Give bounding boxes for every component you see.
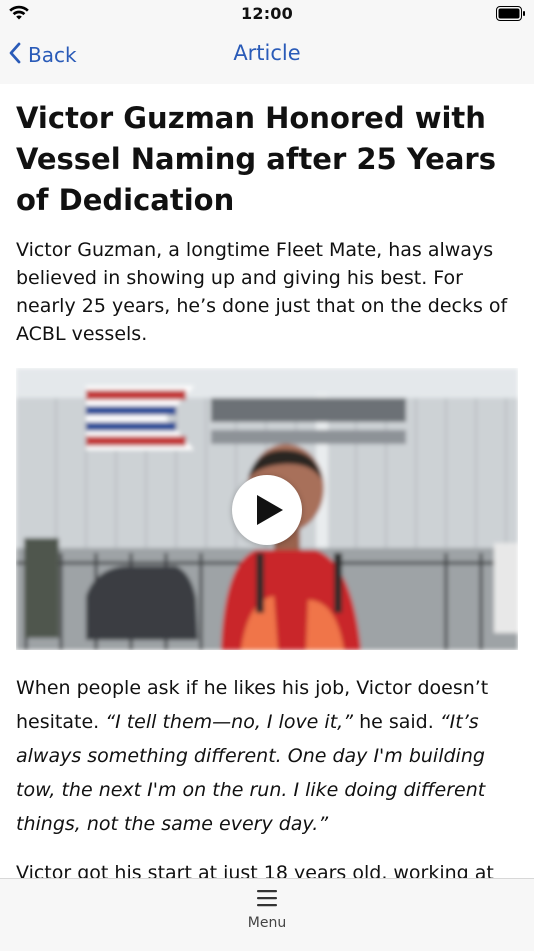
status-bar: 12:00 bbox=[0, 0, 534, 28]
menu-label: Menu bbox=[247, 915, 287, 931]
quote: “I tell them—no, I love it,” bbox=[105, 711, 354, 733]
article-paragraph: When people ask if he likes his job, Vic… bbox=[16, 671, 518, 841]
article-paragraph: Victor got his start at just 18 years ol… bbox=[16, 862, 494, 878]
article-lead: Victor Guzman, a longtime Fleet Mate, ha… bbox=[16, 239, 508, 345]
video-player[interactable] bbox=[16, 368, 518, 650]
hamburger-icon bbox=[257, 890, 277, 907]
battery-icon bbox=[496, 6, 526, 25]
page-title: Article bbox=[233, 41, 301, 65]
tab-bar: Menu bbox=[0, 878, 534, 951]
paragraph-text: he said. bbox=[353, 711, 440, 733]
article-content[interactable]: Victor Guzman Honored with Vessel Naming… bbox=[0, 84, 534, 878]
status-time: 12:00 bbox=[241, 4, 293, 23]
navigation-bar: Back Article bbox=[0, 28, 534, 84]
play-icon[interactable] bbox=[232, 475, 302, 545]
article-headline: Victor Guzman Honored with Vessel Naming… bbox=[16, 101, 496, 217]
menu-button[interactable]: Menu bbox=[227, 889, 307, 945]
